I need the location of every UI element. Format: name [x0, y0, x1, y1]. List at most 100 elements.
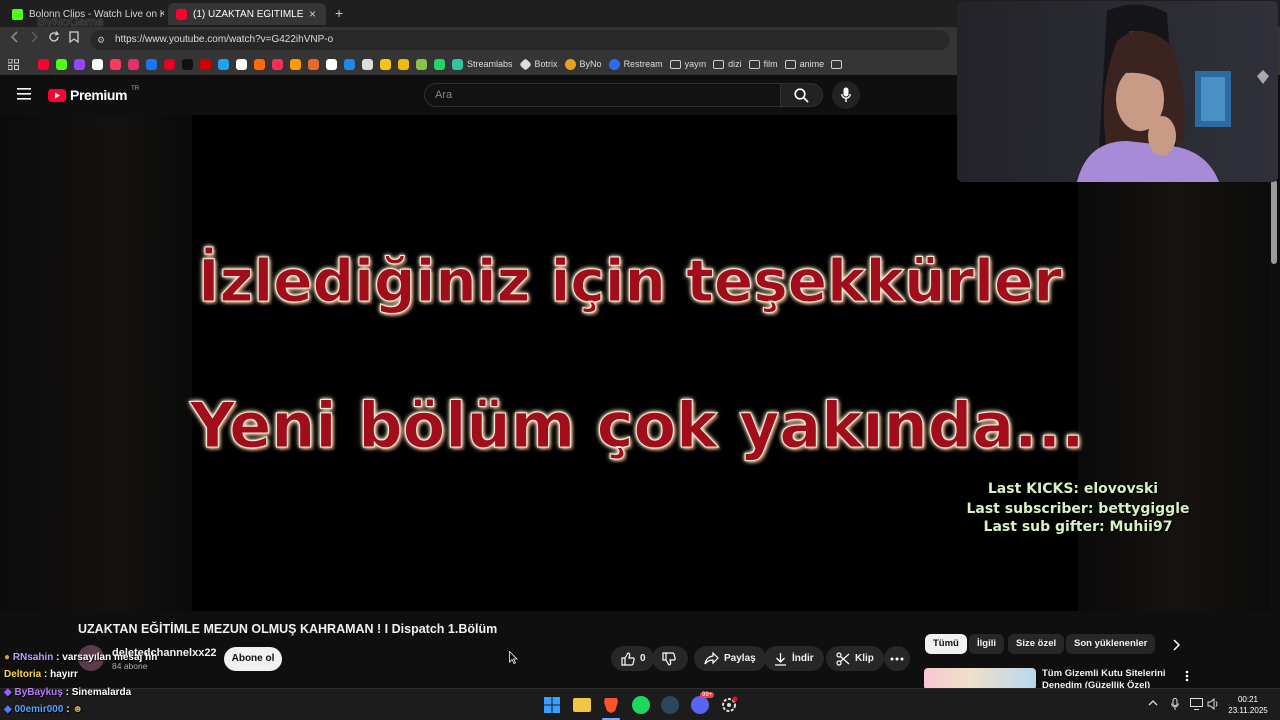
- bookmark-favicon-icon[interactable]: [434, 58, 445, 70]
- chat-username: RNsahin: [12, 652, 54, 663]
- like-button[interactable]: 0: [611, 646, 654, 671]
- voice-search-button[interactable]: [832, 81, 860, 109]
- chat-message: ◆ 00emir000 : ☻: [4, 704, 83, 715]
- clip-button[interactable]: Klip: [826, 646, 884, 671]
- dislike-button[interactable]: [652, 646, 688, 671]
- brave-browser-icon[interactable]: [602, 696, 620, 714]
- bookmark-byno[interactable]: ByNo: [564, 58, 602, 70]
- bookmark-favicon-icon[interactable]: [380, 58, 391, 70]
- recommendation-thumbnail[interactable]: [924, 668, 1036, 690]
- bookmark-favicon-icon[interactable]: [164, 58, 175, 70]
- overlay-last-kicks: Last KICKS: elovovski: [987, 481, 1159, 497]
- page-scrollbar[interactable]: [1271, 180, 1277, 264]
- youtube-premium-logo[interactable]: Premium TR: [48, 86, 139, 103]
- chat-badge-icon: ●: [4, 652, 11, 663]
- bookmark-favicon-icon[interactable]: [146, 58, 157, 70]
- search-button[interactable]: [781, 83, 823, 107]
- tab-youtube[interactable]: (1) UZAKTAN EĞİTİMLE MEZUN ×: [168, 3, 326, 25]
- bookmark-favicon-icon[interactable]: [236, 58, 247, 70]
- tab-title: (1) UZAKTAN EĞİTİMLE MEZUN: [193, 8, 303, 20]
- discord-icon[interactable]: [691, 696, 709, 714]
- microphone-tray-icon[interactable]: [1171, 698, 1179, 711]
- bookmark-favicon-icon[interactable]: [38, 58, 49, 70]
- bookmark-favicon-icon[interactable]: [74, 58, 85, 70]
- chat-text: : Sinemalarda: [62, 687, 132, 698]
- bookmark-botrix[interactable]: Botrix: [518, 57, 558, 71]
- new-tab-button[interactable]: +: [335, 5, 343, 21]
- bookmark-favicon-icon[interactable]: [254, 58, 265, 70]
- reload-icon[interactable]: [48, 31, 60, 43]
- bookmark-favicon-icon[interactable]: [272, 58, 283, 70]
- close-tab-icon[interactable]: ×: [309, 7, 316, 21]
- forward-icon[interactable]: [29, 31, 39, 43]
- chat-username: Deltoria: [4, 669, 42, 680]
- settings-gear-icon[interactable]: [720, 696, 738, 714]
- bookmark-folder-film[interactable]: film: [748, 59, 778, 69]
- chip-all[interactable]: Tümü: [925, 634, 967, 654]
- chip-recently-uploaded[interactable]: Son yüklenenler: [1066, 634, 1156, 654]
- clock-date: 23.11.2025: [1228, 706, 1268, 715]
- site-settings-icon[interactable]: ⚙: [97, 30, 105, 50]
- recommendation-menu-icon[interactable]: [1185, 670, 1189, 682]
- bookmark-favicon-icon[interactable]: [56, 58, 67, 70]
- download-button[interactable]: İndir: [764, 646, 824, 671]
- bookmark-restream[interactable]: Restream: [608, 58, 663, 70]
- logo-text: Premium: [70, 87, 128, 103]
- chip-related[interactable]: İlgili: [969, 634, 1004, 654]
- chips-next-icon[interactable]: [1172, 639, 1180, 651]
- thumbs-up-icon: [621, 651, 635, 666]
- share-button[interactable]: Paylaş: [694, 646, 766, 671]
- search-input[interactable]: Ara: [424, 83, 781, 107]
- bookmark-label: Streamlabs: [467, 59, 513, 69]
- bookmark-folder-anime[interactable]: anime: [784, 59, 825, 69]
- bookmark-favicon-icon[interactable]: [110, 58, 121, 70]
- bookmark-favicon-icon[interactable]: [344, 58, 355, 70]
- more-actions-button[interactable]: [884, 646, 910, 671]
- spotify-icon[interactable]: [632, 696, 650, 714]
- streamer-camera-image: [957, 1, 1278, 182]
- url-field[interactable]: ⚙ https://www.youtube.com/watch?v=G422ih…: [90, 30, 950, 50]
- bookmark-favicon-icon[interactable]: [326, 58, 337, 70]
- streamlabs-icon: [452, 58, 463, 70]
- bookmark-page-icon[interactable]: [69, 31, 79, 43]
- bookmark-favicon-icon[interactable]: [416, 58, 427, 70]
- chat-message: ● RNsahin : varsayılan mesaj hh: [4, 652, 157, 663]
- overlay-last-subscriber: Last subscriber: bettygiggle: [966, 501, 1190, 517]
- chat-badge-icon: ◆: [4, 704, 12, 715]
- apps-grid-icon[interactable]: [8, 58, 19, 70]
- system-clock[interactable]: 00:21 23.11.2025: [1222, 694, 1274, 716]
- bookmark-label: yayın: [684, 59, 707, 69]
- show-hidden-icons-icon[interactable]: [1148, 699, 1158, 706]
- more-horizontal-icon: [890, 657, 904, 660]
- video-end-text-thanks: İzlediğiniz için teşekkürler: [198, 247, 1063, 316]
- video-player[interactable]: İzlediğiniz için teşekkürler Yeni bölüm …: [0, 115, 1270, 611]
- bookmark-favicon-icon[interactable]: [92, 58, 103, 70]
- bookmark-favicon-icon[interactable]: [182, 58, 193, 70]
- bookmark-favicon-icon[interactable]: [362, 58, 373, 70]
- scissors-icon: [836, 651, 850, 666]
- bookmark-favicon-icon[interactable]: [398, 58, 409, 70]
- hamburger-menu-icon[interactable]: [17, 88, 31, 100]
- subscribe-button[interactable]: Abone ol: [224, 647, 282, 671]
- file-explorer-icon[interactable]: [573, 698, 591, 712]
- bookmark-folder-yayin[interactable]: yayın: [669, 59, 707, 69]
- bookmark-streamlabs[interactable]: Streamlabs: [452, 58, 513, 70]
- bookmark-folder-dizi[interactable]: dizi: [713, 59, 742, 69]
- bookmark-label: anime: [799, 59, 825, 69]
- chat-username: 00emir000: [14, 704, 64, 715]
- restream-icon: [608, 58, 620, 70]
- back-icon[interactable]: [10, 31, 20, 43]
- chip-for-you[interactable]: Size özel: [1008, 634, 1065, 654]
- bookmark-favicon-icon[interactable]: [290, 58, 301, 70]
- bookmark-label: ByNo: [579, 59, 602, 69]
- volume-icon[interactable]: [1207, 698, 1220, 710]
- bookmark-favicon-icon[interactable]: [218, 58, 229, 70]
- bookmark-favicon-icon[interactable]: [308, 58, 319, 70]
- webcam-feed: [957, 1, 1278, 182]
- windows-start-icon[interactable]: [544, 697, 560, 713]
- steam-icon[interactable]: [661, 696, 679, 714]
- bookmark-folder-more[interactable]: [831, 59, 843, 69]
- network-icon[interactable]: [1190, 698, 1203, 710]
- bookmark-favicon-icon[interactable]: [200, 58, 211, 70]
- bookmark-favicon-icon[interactable]: [128, 58, 139, 70]
